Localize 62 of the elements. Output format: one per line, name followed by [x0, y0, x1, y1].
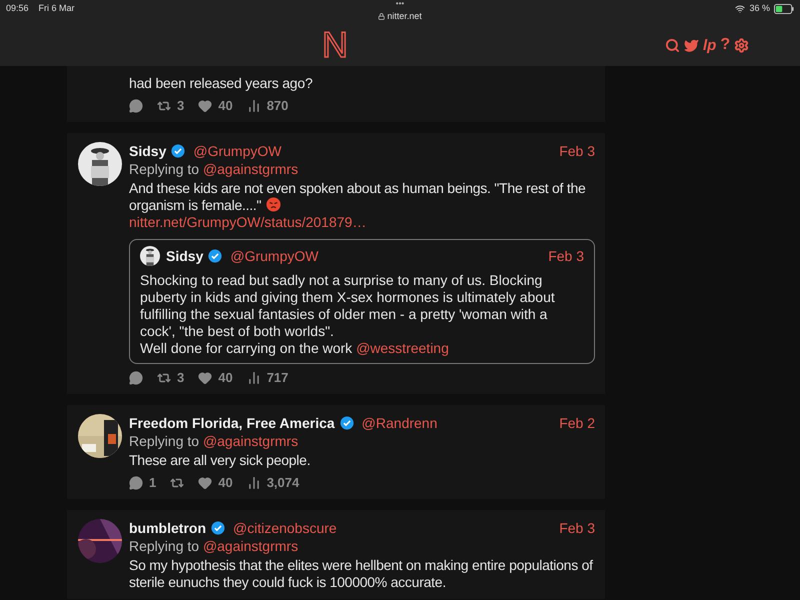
- status-time: 09:56: [6, 2, 29, 15]
- author-handle[interactable]: @citizenobscure: [233, 518, 337, 538]
- replying-to-text: Replying to @againstgrmrs: [129, 160, 300, 178]
- help-link[interactable]: ?: [720, 37, 730, 53]
- views-icon[interactable]: [246, 371, 261, 385]
- stat-count: 3: [177, 97, 184, 116]
- author-handle[interactable]: @GrumpyOW: [230, 246, 318, 266]
- heart-icon[interactable]: [198, 99, 212, 113]
- status-link[interactable]: nitter.net/GrumpyOW/status/201879…: [129, 214, 595, 231]
- tweet-date[interactable]: Feb 3: [548, 246, 584, 266]
- views-icon[interactable]: [246, 99, 261, 113]
- bird-icon[interactable]: [684, 38, 699, 52]
- url-text[interactable]: nitter.net: [387, 11, 422, 22]
- retweet-icon[interactable]: [170, 476, 184, 490]
- tab-dots[interactable]: •••: [396, 0, 404, 8]
- mention-link[interactable]: @wesstreeting: [356, 340, 449, 356]
- quoted-tweet[interactable]: [129, 239, 595, 364]
- battery-percent: 36 %: [749, 2, 770, 15]
- tweet-text: And these kids are not even spoken about as human beings. "The rest of the organism is female....": [129, 180, 587, 214]
- heart-icon[interactable]: [198, 476, 212, 490]
- comment-icon[interactable]: [129, 476, 143, 490]
- nitter-logo[interactable]: N: [322, 27, 348, 63]
- stat-count: 40: [218, 97, 233, 116]
- tweet-text: These are all very sick people.: [129, 452, 312, 469]
- replying-to-text: Replying to @againstgrmrs: [129, 432, 300, 450]
- wifi-icon: [735, 4, 746, 14]
- stat-count: 717: [266, 369, 288, 388]
- stat-count: 3: [177, 369, 184, 388]
- stat-count: 40: [218, 369, 233, 388]
- tweet-date[interactable]: Feb 2: [559, 412, 595, 434]
- mention-link[interactable]: @againstgrmrs: [202, 433, 298, 449]
- views-icon[interactable]: [246, 476, 261, 490]
- mention-link[interactable]: @againstgrmrs: [202, 161, 298, 177]
- stat-count: 870: [266, 97, 288, 116]
- stat-count: 1: [149, 474, 156, 492]
- author-handle[interactable]: @GrumpyOW: [193, 140, 282, 162]
- author-handle[interactable]: @Randrenn: [362, 412, 438, 434]
- settings-icon[interactable]: [734, 38, 750, 52]
- author-name[interactable]: bumbletron: [129, 518, 206, 538]
- stat-count: 3,074: [266, 474, 300, 492]
- quote-text: Well done for carrying on the work @wesstreeting: [140, 340, 450, 357]
- tweet-date[interactable]: Feb 3: [559, 518, 595, 538]
- tweet-text: had been released years ago?: [129, 74, 314, 92]
- comment-icon[interactable]: [129, 99, 143, 113]
- retweet-icon[interactable]: [157, 99, 171, 113]
- author-name[interactable]: Freedom Florida, Free America: [129, 412, 335, 434]
- heart-icon[interactable]: [198, 371, 212, 385]
- retweet-icon[interactable]: [157, 371, 171, 385]
- stat-count: 40: [218, 474, 233, 492]
- liberapay-link[interactable]: lp: [703, 38, 716, 52]
- replying-to-text: Replying to @againstgrmrs: [129, 537, 300, 555]
- mention-link[interactable]: @againstgrmrs: [202, 538, 298, 554]
- author-name[interactable]: Sidsy: [129, 140, 166, 162]
- author-name[interactable]: Sidsy: [166, 246, 204, 266]
- tweet-date[interactable]: Feb 3: [559, 140, 595, 162]
- lock-icon: [378, 13, 386, 20]
- search-icon[interactable]: [665, 38, 680, 52]
- battery-icon: [774, 4, 794, 14]
- quote-text: Shocking to read but sadly not a surprise to many of us. Blocking puberty in kids and giving them X-sex hormones is ultimately about fulfilling the sexual fantasies of older men - a pretty 'woman with a cock', "the best of both worlds".: [140, 272, 556, 340]
- status-date: Fri 6 Mar: [38, 2, 75, 15]
- comment-icon[interactable]: [129, 371, 143, 385]
- tweet-text: So my hypothesis that the elites were hellbent on making entire populations of sterile eunuchs they could fuck is 100000% accurate.: [129, 557, 594, 591]
